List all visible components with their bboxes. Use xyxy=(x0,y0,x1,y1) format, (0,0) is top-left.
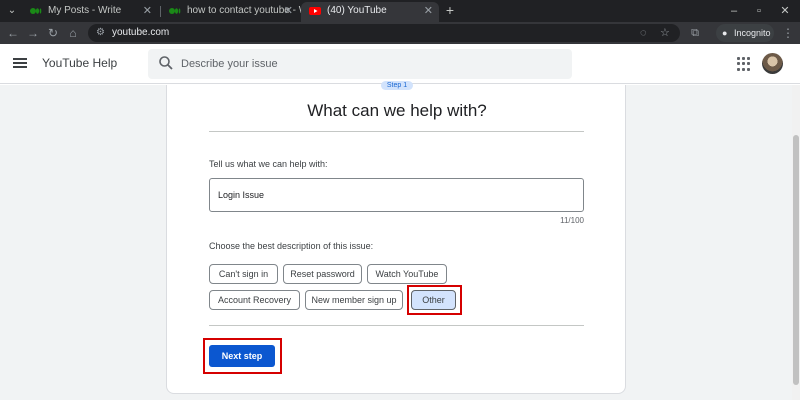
search-input[interactable] xyxy=(181,49,561,79)
help-search-bar[interactable] xyxy=(148,49,572,79)
option-watch-youtube[interactable]: Watch YouTube xyxy=(367,264,447,284)
tab-title: My Posts - Write xyxy=(48,5,122,16)
browser-toolbar: ← → ↻ ⌂ ⚙ youtube.com ◌ ☆ ⧉ ● Incognito … xyxy=(0,22,800,44)
app-header: YouTube Help xyxy=(0,44,800,84)
youtube-logo-icon xyxy=(309,7,321,15)
option-cant-sign-in[interactable]: Can't sign in xyxy=(209,264,278,284)
avatar[interactable] xyxy=(762,53,783,74)
help-form-card: Step 1 What can we help with? Tell us wh… xyxy=(166,81,626,394)
back-arrow-icon[interactable]: ← xyxy=(4,24,22,42)
issue-field-label: Tell us what we can help with: xyxy=(209,159,328,169)
minimize-icon[interactable]: – xyxy=(727,3,741,19)
issue-text-field[interactable] xyxy=(209,178,584,212)
tab-search-chevron-icon[interactable]: ⌄ xyxy=(4,3,20,19)
bookmark-star-icon[interactable]: ☆ xyxy=(660,24,670,42)
tab-close-icon[interactable]: ✕ xyxy=(143,2,152,20)
highlight-box-next xyxy=(203,338,282,374)
medium-logo-icon xyxy=(169,8,181,14)
tab-my-posts[interactable]: My Posts - Write ✕ xyxy=(22,2,158,22)
extensions-puzzle-icon[interactable]: ⧉ xyxy=(688,24,702,42)
site-settings-icon[interactable]: ⚙ xyxy=(96,24,105,42)
tab-title: (40) YouTube xyxy=(327,5,387,16)
tab-how-to-contact[interactable]: how to contact youtube - Write ✕ xyxy=(161,2,322,22)
incognito-label: Incognito xyxy=(734,28,771,38)
eye-off-icon[interactable]: ◌ xyxy=(640,24,647,42)
incognito-badge[interactable]: ● Incognito xyxy=(716,24,774,42)
address-bar[interactable]: ⚙ youtube.com ◌ ☆ xyxy=(88,24,680,42)
new-tab-plus-icon[interactable]: + xyxy=(443,2,457,20)
divider xyxy=(209,325,584,326)
close-window-icon[interactable]: ✕ xyxy=(778,3,792,19)
page-brand-title: YouTube Help xyxy=(42,56,118,70)
home-icon[interactable]: ⌂ xyxy=(64,24,82,42)
option-new-member-signup[interactable]: New member sign up xyxy=(305,290,403,310)
search-icon xyxy=(159,56,173,70)
tab-close-icon[interactable]: ✕ xyxy=(424,2,433,20)
browser-menu-icon[interactable]: ⋮ xyxy=(782,24,794,42)
tab-close-icon[interactable]: ✕ xyxy=(284,2,293,20)
forward-arrow-icon[interactable]: → xyxy=(24,24,42,42)
google-apps-grid-icon[interactable] xyxy=(737,57,751,71)
scrollbar-thumb[interactable] xyxy=(793,135,799,385)
maximize-icon[interactable]: ▫ xyxy=(752,3,766,19)
tab-youtube[interactable]: (40) YouTube ✕ xyxy=(301,2,439,22)
form-title: What can we help with? xyxy=(307,101,487,120)
browser-tab-bar: ⌄ My Posts - Write ✕ how to contact yout… xyxy=(0,0,800,22)
url-text: youtube.com xyxy=(112,27,170,38)
char-counter: 11/100 xyxy=(560,216,584,225)
reload-icon[interactable]: ↻ xyxy=(44,24,62,42)
medium-logo-icon xyxy=(30,8,42,14)
option-account-recovery[interactable]: Account Recovery xyxy=(209,290,300,310)
scrollbar[interactable] xyxy=(792,85,800,400)
divider xyxy=(209,131,584,132)
hamburger-menu-icon[interactable] xyxy=(12,56,28,72)
step-badge: Step 1 xyxy=(381,81,413,90)
issue-input[interactable] xyxy=(210,179,583,211)
description-label: Choose the best description of this issu… xyxy=(209,241,374,251)
highlight-box-other xyxy=(407,285,462,315)
incognito-icon: ● xyxy=(722,28,728,38)
option-reset-password[interactable]: Reset password xyxy=(283,264,362,284)
